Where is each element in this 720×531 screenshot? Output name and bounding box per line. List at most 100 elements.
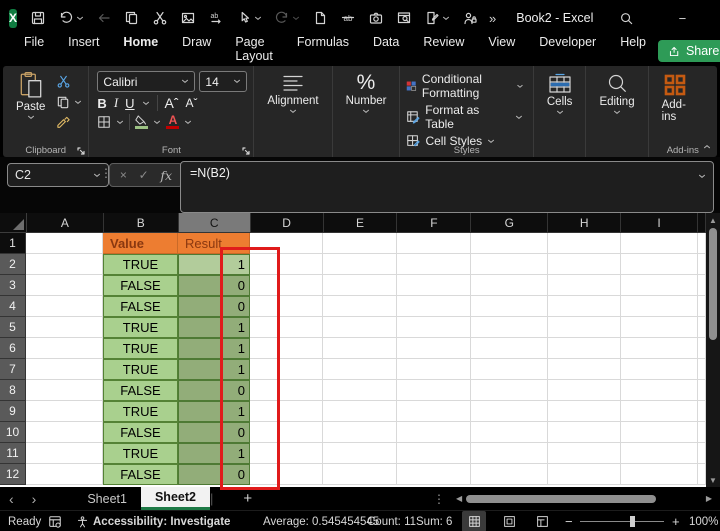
cell-A2[interactable] [26,254,103,275]
cell-G7[interactable] [471,359,548,380]
cell-G6[interactable] [471,338,548,359]
cell-E5[interactable] [323,317,397,338]
copy-icon[interactable] [119,6,145,30]
cell-I4[interactable] [621,296,698,317]
cell-A10[interactable] [26,422,103,443]
font-dialog-launcher-icon[interactable] [242,147,251,155]
cell-A11[interactable] [26,443,103,464]
tab-file[interactable]: File [12,33,56,69]
permissions-icon[interactable] [457,6,483,30]
tab-draw[interactable]: Draw [170,33,223,69]
cell-G12[interactable] [471,464,548,485]
name-box[interactable]: C2 [7,163,109,187]
cells-button[interactable]: Cells [540,71,580,143]
horizontal-scrollbar[interactable]: ◀ ▶ [452,490,716,507]
cell-A7[interactable] [26,359,103,380]
row-header-7[interactable]: 7 [0,359,26,380]
cell-H8[interactable] [548,380,621,401]
tab-options-grip-icon[interactable]: ⋮ [433,492,445,506]
cell-H10[interactable] [548,422,621,443]
cell-H12[interactable] [548,464,621,485]
vertical-scrollbar[interactable]: ▲ ▼ [706,213,720,487]
cell-E10[interactable] [323,422,397,443]
maximize-button[interactable] [704,0,720,36]
cell-B9[interactable]: TRUE [103,401,178,422]
cell-B3[interactable]: FALSE [103,275,178,296]
cell-I10[interactable] [621,422,698,443]
row-header-1[interactable]: 1 [0,233,26,254]
cell-H3[interactable] [548,275,621,296]
cell-F3[interactable] [397,275,471,296]
cell-A6[interactable] [26,338,103,359]
row-header-10[interactable]: 10 [0,422,26,443]
tab-insert[interactable]: Insert [56,33,111,69]
cell-B6[interactable]: TRUE [103,338,178,359]
cell-G4[interactable] [471,296,548,317]
cell-E11[interactable] [323,443,397,464]
cell-A5[interactable] [26,317,103,338]
cell-H6[interactable] [548,338,621,359]
sheet-tab-sheet2[interactable]: Sheet2 [140,487,210,510]
cell-G2[interactable] [471,254,548,275]
cell-H9[interactable] [548,401,621,422]
underline-button[interactable]: U [125,96,134,111]
accessibility-status[interactable]: Accessibility: Investigate [93,511,230,531]
fill-color-button[interactable] [135,115,149,129]
touch-mode-icon[interactable] [231,6,267,30]
macro-record-icon[interactable] [48,511,62,531]
cell-E1[interactable] [323,233,397,254]
cell-A1[interactable] [26,233,103,254]
cell-I1[interactable] [621,233,698,254]
hscroll-left-icon[interactable]: ◀ [452,494,466,503]
sheet-nav-left-icon[interactable]: ‹ [0,491,23,507]
cell-A8[interactable] [26,380,103,401]
alignment-button[interactable]: Alignment [260,71,325,143]
tab-view[interactable]: View [476,33,527,69]
cell-B12[interactable]: FALSE [103,464,178,485]
accessibility-icon[interactable] [76,511,89,531]
cell-E3[interactable] [323,275,397,296]
tab-home[interactable]: Home [111,33,170,69]
save-icon[interactable] [25,6,51,30]
copy-button[interactable] [56,95,82,110]
format-as-table-button[interactable]: Format as Table [406,103,522,131]
column-header-A[interactable]: A [26,213,104,233]
row-header-5[interactable]: 5 [0,317,26,338]
tab-data[interactable]: Data [361,33,411,69]
cancel-entry-icon[interactable]: × [120,168,127,182]
picture-icon[interactable] [175,6,201,30]
column-header-D[interactable]: D [250,213,324,233]
cell-F12[interactable] [397,464,471,485]
conditional-formatting-button[interactable]: Conditional Formatting [406,72,523,100]
column-header-F[interactable]: F [397,213,472,233]
column-header-H[interactable]: H [548,213,622,233]
cell-F9[interactable] [397,401,471,422]
insert-function-icon[interactable]: fx [160,168,172,183]
cell-H5[interactable] [548,317,621,338]
font-color-button[interactable]: A [166,114,180,129]
cell-E6[interactable] [323,338,397,359]
increase-font-button[interactable]: Aˆ [165,95,179,111]
zoom-slider-handle[interactable] [630,516,635,527]
cell-A4[interactable] [26,296,103,317]
back-icon[interactable] [91,6,117,30]
cut-button[interactable] [56,74,82,89]
cell-I2[interactable] [621,254,698,275]
cell-B4[interactable]: FALSE [103,296,178,317]
cell-B11[interactable]: TRUE [103,443,178,464]
decrease-font-button[interactable]: Aˇ [186,96,198,110]
zoom-in-button[interactable]: + [672,511,680,531]
number-button[interactable]: % Number [339,71,394,143]
cell-B10[interactable]: FALSE [103,422,178,443]
more-commands-button[interactable]: » [483,11,502,26]
tab-page-layout[interactable]: Page Layout [223,33,285,69]
inspect-icon[interactable] [391,6,417,30]
fill-color-dropdown-icon[interactable] [153,120,161,125]
sheet-tab-sheet1[interactable]: Sheet1 [73,487,141,510]
scroll-up-icon[interactable]: ▲ [706,213,720,227]
redo-icon[interactable] [269,6,305,30]
horizontal-scroll-thumb[interactable] [466,494,657,503]
tab-formulas[interactable]: Formulas [285,33,361,69]
row-header-3[interactable]: 3 [0,275,26,296]
cut-icon[interactable] [147,6,173,30]
